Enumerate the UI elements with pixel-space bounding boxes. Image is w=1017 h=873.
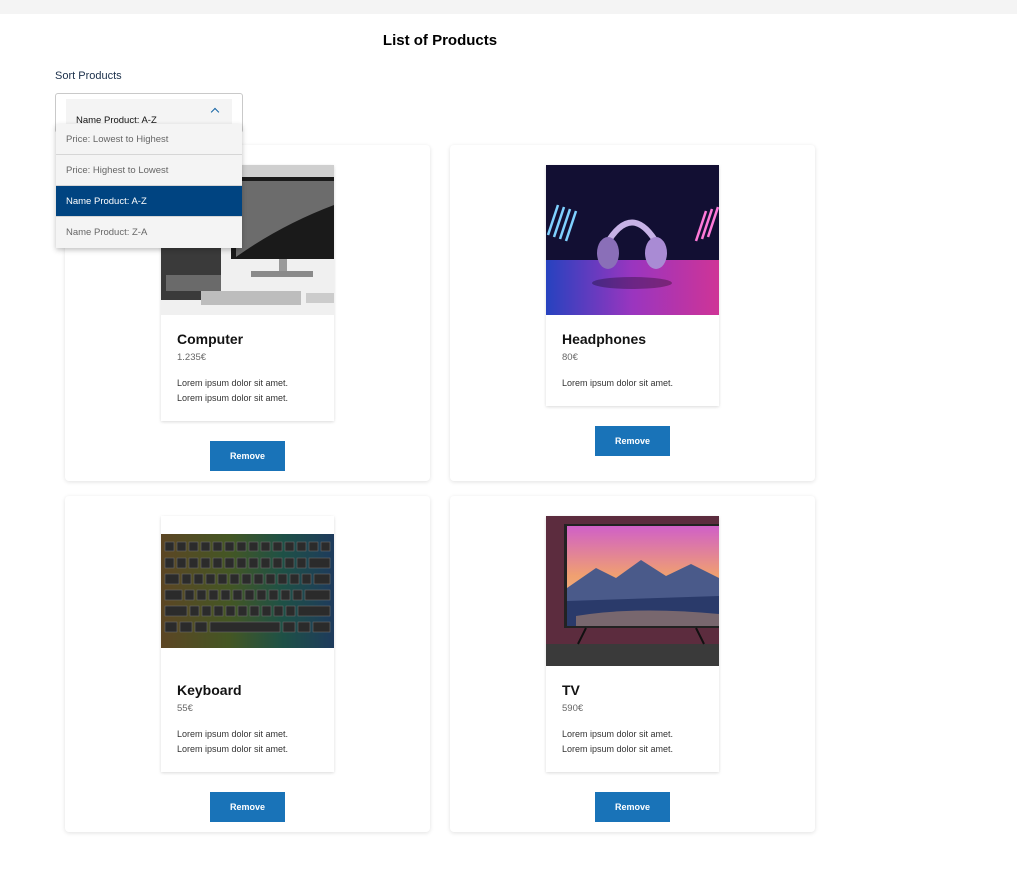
remove-button[interactable]: Remove <box>210 441 285 471</box>
product-description: Lorem ipsum dolor sit amet. <box>562 376 712 391</box>
product-name: Computer <box>177 331 244 347</box>
product-name: Keyboard <box>177 682 242 698</box>
product-name: Headphones <box>562 331 647 347</box>
product-description: Lorem ipsum dolor sit amet. Lorem ipsum … <box>177 376 327 406</box>
product-image-tv <box>546 516 719 666</box>
sort-option-name-az[interactable]: Name Product: A-Z <box>56 186 242 217</box>
product-price: 1.235€ <box>177 352 207 363</box>
product-card: Keyboard 55€ Lorem ipsum dolor sit amet.… <box>65 496 430 832</box>
sort-option-price-asc[interactable]: Price: Lowest to Highest <box>56 124 242 155</box>
top-bar <box>0 0 1017 14</box>
product-description-line: Lorem ipsum dolor sit amet. <box>562 378 674 388</box>
sort-dropdown: Price: Lowest to Highest Price: Highest … <box>56 124 242 248</box>
product-card: Headphones 80€ Lorem ipsum dolor sit ame… <box>450 145 815 481</box>
sort-option-name-za[interactable]: Name Product: Z-A <box>56 217 242 248</box>
product-description: Lorem ipsum dolor sit amet. Lorem ipsum … <box>177 727 327 757</box>
product-image-headphones <box>546 165 719 315</box>
remove-button[interactable]: Remove <box>210 792 285 822</box>
product-inner-card: Headphones 80€ Lorem ipsum dolor sit ame… <box>546 165 719 406</box>
product-price: 55€ <box>177 703 193 714</box>
product-price: 80€ <box>562 352 578 363</box>
sort-option-price-desc[interactable]: Price: Highest to Lowest <box>56 155 242 186</box>
page-title: List of Products <box>382 32 498 49</box>
product-description-line: Lorem ipsum dolor sit amet. <box>177 378 289 388</box>
product-name: TV <box>562 682 580 698</box>
chevron-up-icon[interactable] <box>210 107 220 117</box>
product-price: 590€ <box>562 703 584 714</box>
product-inner-card: Keyboard 55€ Lorem ipsum dolor sit amet.… <box>161 516 334 772</box>
product-description-line: Lorem ipsum dolor sit amet. <box>562 744 674 754</box>
remove-button[interactable]: Remove <box>595 792 670 822</box>
product-description-line: Lorem ipsum dolor sit amet. <box>562 729 674 739</box>
sort-label: Sort Products <box>55 70 122 82</box>
product-description-line: Lorem ipsum dolor sit amet. <box>177 393 289 403</box>
product-description: Lorem ipsum dolor sit amet. Lorem ipsum … <box>562 727 712 757</box>
product-image-keyboard <box>161 516 334 666</box>
product-inner-card: TV 590€ Lorem ipsum dolor sit amet. Lore… <box>546 516 719 772</box>
product-description-line: Lorem ipsum dolor sit amet. <box>177 729 289 739</box>
remove-button[interactable]: Remove <box>595 426 670 456</box>
product-description-line: Lorem ipsum dolor sit amet. <box>177 744 289 754</box>
product-card: TV 590€ Lorem ipsum dolor sit amet. Lore… <box>450 496 815 832</box>
